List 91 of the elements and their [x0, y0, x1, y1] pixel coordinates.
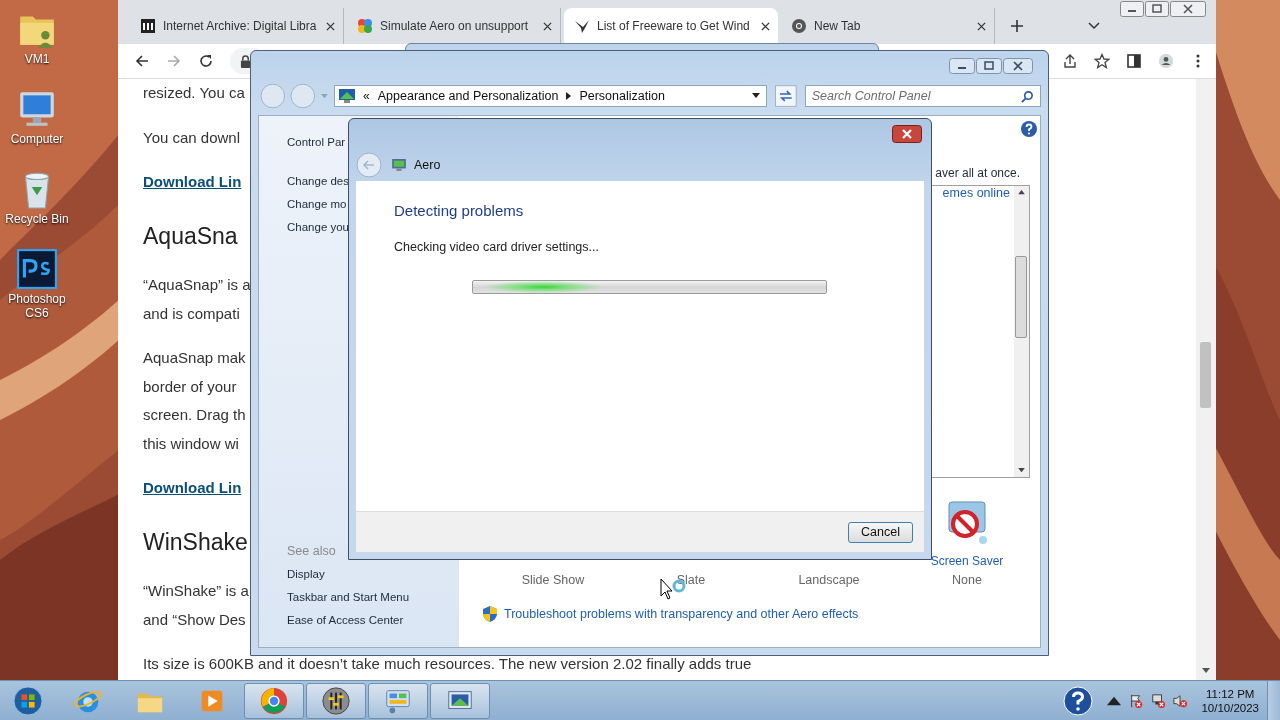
- setting-value: None: [952, 572, 982, 589]
- lock-icon: [240, 54, 251, 68]
- paragraph-text: “WinShake” is a: [143, 581, 249, 601]
- scroll-up-icon[interactable]: [1018, 190, 1025, 195]
- setting-value: Slate: [676, 572, 706, 589]
- help-icon[interactable]: [1020, 120, 1038, 138]
- browser-tab[interactable]: List of Freeware to Get Wind: [564, 8, 778, 44]
- scrollbar[interactable]: [1196, 79, 1216, 680]
- photoshop-icon[interactable]: [16, 248, 58, 290]
- taskbar-button[interactable]: [430, 682, 490, 719]
- paragraph-text: resized. You ca: [143, 83, 245, 103]
- paragraph-text: and is compati: [143, 303, 241, 324]
- dropdown-icon[interactable]: [752, 93, 761, 99]
- star-icon[interactable]: [1094, 53, 1110, 69]
- reload-icon[interactable]: [198, 53, 214, 69]
- chrome-icon: [791, 18, 807, 34]
- screen-saver-link[interactable]: Screen Saver: [930, 553, 1004, 570]
- download-link[interactable]: Download Lin: [143, 474, 242, 502]
- scroll-down-icon[interactable]: [1018, 468, 1025, 473]
- refresh-icon[interactable]: [775, 85, 797, 107]
- close-icon[interactable]: [977, 21, 986, 31]
- close-icon[interactable]: [892, 125, 922, 143]
- taskbar-button[interactable]: [306, 682, 366, 719]
- network-icon[interactable]: [1151, 693, 1166, 708]
- close-icon[interactable]: [543, 21, 552, 31]
- close-icon[interactable]: [326, 21, 335, 31]
- control-panel-icon: [339, 89, 356, 103]
- sidebar-link[interactable]: Ease of Access Center: [287, 609, 459, 632]
- desktop-icon-label: VM1: [23, 52, 51, 66]
- chrome-icon: [259, 685, 289, 716]
- paragraph-text: AquaSnap mak: [143, 348, 246, 368]
- desktop-icon-label: Photoshop CS6: [7, 292, 67, 320]
- paragraph-text: Its size is 600KB and it doesn’t take much resources. The new version 2.02 finally adds true: [143, 654, 752, 674]
- paragraph-text: border of your: [143, 376, 238, 397]
- see-also-heading: See also: [287, 543, 337, 560]
- close-icon[interactable]: [1003, 58, 1033, 74]
- close-icon[interactable]: [761, 21, 770, 31]
- search-field[interactable]: Search Control Panel: [804, 85, 1041, 107]
- desktop-icon-label: Recycle Bin: [4, 212, 70, 226]
- section-heading: WinShake: [143, 528, 248, 557]
- new-tab-icon[interactable]: [1010, 19, 1024, 33]
- address-bar[interactable]: « Appearance and Personalization Personalization: [334, 85, 768, 107]
- scrollbar-thumb[interactable]: [1015, 256, 1027, 338]
- scrollbar-thumb[interactable]: [1200, 342, 1211, 408]
- side-panel-icon[interactable]: [1126, 53, 1142, 69]
- equalizer-icon: [321, 685, 351, 716]
- paragraph-text: this window wi: [143, 433, 240, 454]
- paragraph-text: and “Show Des: [143, 609, 247, 630]
- search-icon: [1021, 89, 1034, 103]
- scrollbar[interactable]: [1014, 186, 1029, 477]
- volume-muted-icon[interactable]: [1173, 693, 1188, 708]
- bird-icon: [574, 18, 590, 34]
- cancel-button[interactable]: Cancel: [848, 521, 913, 543]
- building-icon: [140, 18, 156, 34]
- dialog-title: Aero: [414, 158, 441, 172]
- breadcrumb-item[interactable]: Appearance and Personalization: [377, 89, 559, 103]
- status-text: Checking video card driver settings...: [394, 239, 599, 255]
- paragraph-text: “AquaSnap” is a: [143, 275, 251, 295]
- sidebar-link[interactable]: Taskbar and Start Menu: [287, 586, 459, 609]
- maximize-icon[interactable]: [976, 58, 1002, 74]
- minimize-icon[interactable]: [949, 58, 975, 74]
- monitor-icon: [392, 159, 406, 171]
- section-heading: AquaSna: [143, 222, 238, 251]
- setting-value: Slide Show: [521, 572, 585, 589]
- troubleshoot-link[interactable]: Troubleshoot problems with transparency and other Aero effects: [504, 607, 859, 621]
- setting-value: Landscape: [798, 572, 860, 589]
- minimize-icon[interactable]: [1120, 1, 1144, 17]
- breadcrumb-item[interactable]: Personalization: [579, 89, 665, 103]
- get-themes-link[interactable]: emes online: [942, 186, 1010, 477]
- profile-icon[interactable]: [1158, 53, 1174, 69]
- start-orb-icon: [13, 685, 43, 716]
- chevron-right-icon[interactable]: [566, 92, 572, 100]
- dialog-heading: Detecting problems: [394, 201, 524, 221]
- download-link[interactable]: Download Lin: [143, 168, 242, 196]
- desktop-icon-label: Computer: [9, 132, 65, 146]
- tab-search-icon[interactable]: [1088, 22, 1100, 30]
- paragraph-text: screen. Drag th: [143, 405, 246, 425]
- puzzle-icon: [357, 18, 373, 34]
- paragraph-text: You can downl: [143, 127, 241, 148]
- sidebar-link[interactable]: Display: [287, 563, 459, 586]
- share-icon[interactable]: [1062, 53, 1078, 69]
- maximize-icon[interactable]: [1145, 1, 1169, 17]
- help-icon[interactable]: [1063, 685, 1094, 716]
- clock[interactable]: 11:12 PM 10/10/2023: [1201, 686, 1259, 715]
- description-text: aver all at once.: [935, 166, 1021, 180]
- close-icon[interactable]: [1170, 1, 1206, 17]
- back-icon[interactable]: [134, 53, 150, 69]
- scroll-down-icon[interactable]: [1202, 668, 1210, 674]
- shield-icon: [483, 606, 497, 622]
- flag-icon[interactable]: [1129, 693, 1144, 708]
- breadcrumb-overflow[interactable]: «: [363, 89, 370, 103]
